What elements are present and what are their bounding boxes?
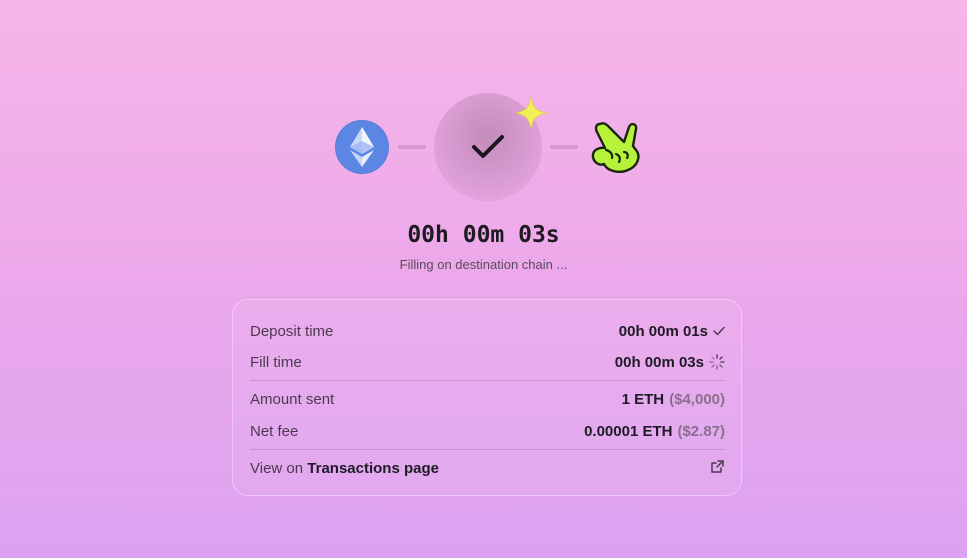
net-fee-usd: ($2.87)	[677, 422, 725, 440]
deposit-time-row: Deposit time 00h 00m 01s	[250, 320, 725, 342]
divider	[250, 380, 725, 381]
net-fee-row: Net fee 0.00001 ETH ($2.87)	[250, 420, 725, 442]
amount-sent-label: Amount sent	[250, 390, 335, 408]
transfer-details-card: Deposit time 00h 00m 01s Fill time 00h 0…	[232, 299, 742, 496]
deposit-time-label: Deposit time	[250, 322, 334, 340]
fill-time-label: Fill time	[250, 353, 302, 371]
net-fee-value-wrap: 0.00001 ETH ($2.87)	[584, 423, 725, 440]
amount-sent-value: 1 ETH	[621, 390, 665, 408]
check-icon	[713, 326, 725, 336]
peace-hand-icon	[591, 122, 640, 173]
status-text: Filling on destination chain ...	[399, 257, 568, 272]
transfer-progress	[334, 92, 644, 202]
fill-time-value-wrap: 00h 00m 03s	[615, 354, 725, 371]
fill-time-value: 00h 00m 03s	[614, 353, 704, 371]
ethereum-icon	[335, 120, 389, 174]
sparkle-icon	[514, 96, 548, 130]
view-link-target: Transactions page	[307, 459, 439, 477]
checkmark-icon	[472, 135, 504, 158]
deposit-time-value-wrap: 00h 00m 01s	[619, 323, 725, 340]
divider	[250, 449, 725, 450]
view-link-text: View on Transactions page	[250, 460, 439, 477]
fill-time-row: Fill time 00h 00m 03s	[250, 351, 725, 373]
deposit-time-value: 00h 00m 01s	[618, 322, 708, 340]
net-fee-label: Net fee	[250, 422, 299, 440]
view-transactions-link[interactable]: View on Transactions page	[250, 457, 725, 479]
net-fee-value: 0.00001 ETH	[584, 422, 673, 440]
progress-connector-right	[550, 145, 578, 149]
progress-connector-left	[398, 145, 426, 149]
spinner-icon	[709, 354, 725, 370]
view-link-prefix: View on	[250, 459, 304, 477]
amount-sent-row: Amount sent 1 ETH ($4,000)	[250, 388, 725, 410]
elapsed-timer: 00h 00m 03s	[407, 222, 560, 248]
amount-sent-value-wrap: 1 ETH ($4,000)	[622, 391, 725, 408]
external-link-icon[interactable]	[710, 459, 725, 478]
amount-sent-usd: ($4,000)	[669, 390, 725, 408]
